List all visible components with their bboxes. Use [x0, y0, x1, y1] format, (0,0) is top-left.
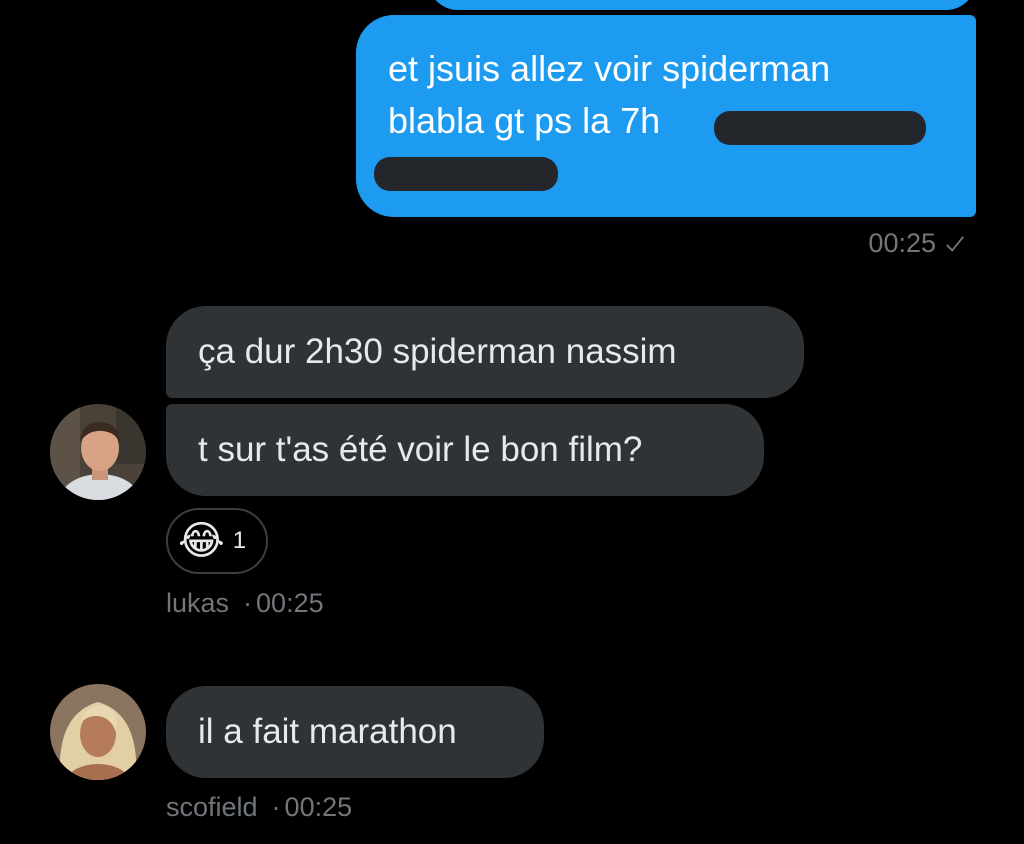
sender-name[interactable]: lukas [166, 588, 229, 618]
redaction-bar [714, 111, 926, 145]
sender-name[interactable]: scofield [166, 792, 258, 822]
avatar-lukas[interactable] [50, 404, 146, 500]
message-meta-lukas: lukas · 00:25 [166, 588, 324, 619]
message-timestamp: 00:25 [284, 792, 353, 822]
incoming-message-bubble[interactable]: t sur t'as été voir le bon film? [166, 404, 764, 496]
message-timestamp: 00:25 [256, 588, 324, 618]
reaction-badge[interactable]: 😂 1 [166, 508, 268, 574]
outgoing-message-line-1: et jsuis allez voir spiderman [388, 48, 831, 89]
incoming-message-bubble[interactable]: il a fait marathon [166, 686, 544, 778]
meta-separator: · [271, 792, 281, 822]
check-icon [946, 235, 964, 252]
laughing-emoji-icon: 😂 [178, 519, 225, 563]
outgoing-message-bubble[interactable]: et jsuis allez voir spiderman blabla gt … [356, 15, 976, 217]
redaction-bar [374, 157, 558, 191]
message-meta-scofield: scofield · 00:25 [166, 792, 352, 823]
avatar-lukas-image [50, 404, 146, 500]
outgoing-message-meta: 00:25 [868, 228, 966, 259]
avatar-scofield-image [50, 684, 146, 780]
incoming-message-bubble[interactable]: ça dur 2h30 spiderman nassim [166, 306, 804, 398]
message-text: t sur t'as été voir le bon film? [198, 430, 643, 469]
outgoing-timestamp: 00:25 [868, 228, 936, 258]
message-text: il a fait marathon [198, 712, 457, 751]
message-text: ça dur 2h30 spiderman nassim [198, 332, 677, 371]
meta-separator: · [243, 588, 253, 618]
outgoing-message-line-2-text: blabla gt ps la 7h [388, 100, 661, 141]
previous-outgoing-bubble[interactable] [428, 0, 976, 10]
avatar-scofield[interactable] [50, 684, 146, 780]
reaction-count: 1 [232, 527, 247, 554]
